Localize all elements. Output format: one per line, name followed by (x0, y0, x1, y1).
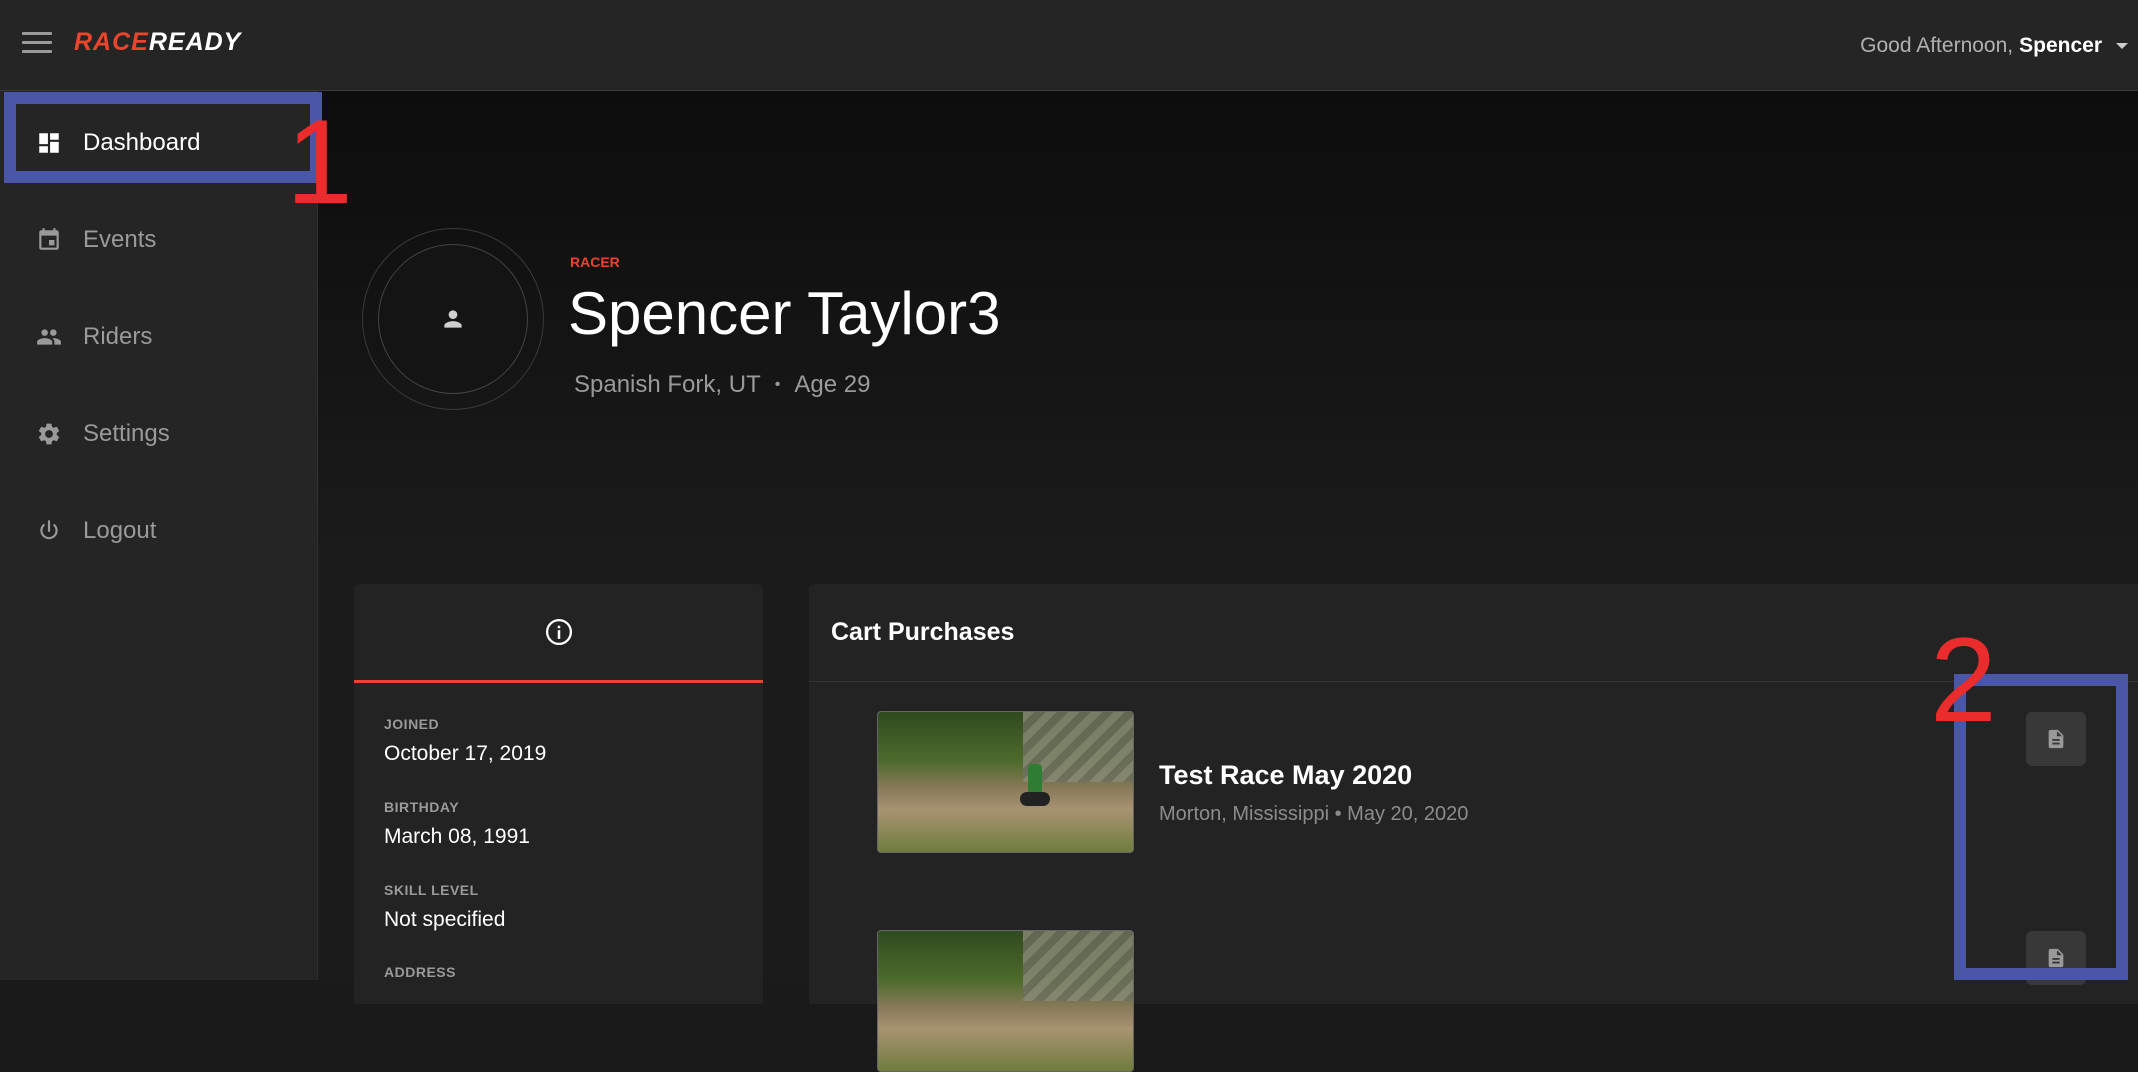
address-field: ADDRESS (384, 964, 456, 980)
field-value: October 17, 2019 (384, 742, 547, 765)
info-card: JOINED October 17, 2019 BIRTHDAY March 0… (354, 584, 763, 1004)
skill-level-field: SKILL LEVEL Not specified (384, 882, 505, 932)
sidebar-item-events[interactable]: Events (0, 205, 318, 275)
sidebar: Dashboard Events Riders Settings Logout (0, 91, 318, 980)
user-menu[interactable]: Good Afternoon, Spencer (1860, 34, 2128, 58)
sidebar-item-label: Events (83, 226, 157, 253)
sidebar-item-label: Riders (83, 323, 153, 350)
role-badge: RACER (570, 254, 620, 270)
person-icon (444, 310, 462, 328)
username: Spencer (2019, 34, 2102, 57)
event-title: Test Race May 2020 (1159, 760, 1413, 790)
info-icon (545, 619, 572, 645)
caret-down-icon (2116, 43, 2128, 49)
annotation-number-1: 1 (286, 95, 353, 229)
field-value: March 08, 1991 (384, 825, 530, 848)
top-bar: RACEREADY Good Afternoon, Spencer (0, 0, 2138, 91)
sidebar-item-logout[interactable]: Logout (0, 496, 318, 566)
people-icon (37, 329, 61, 345)
calendar-icon (39, 228, 59, 250)
profile-location: Spanish Fork, UT (574, 371, 761, 398)
profile-name: Spencer Taylor3 (568, 280, 1001, 347)
hamburger-menu-icon[interactable] (22, 32, 52, 56)
profile-age: Age 29 (794, 371, 871, 398)
field-label: BIRTHDAY (384, 799, 460, 815)
joined-field: JOINED October 17, 2019 (384, 716, 546, 766)
event-subtitle: Morton, Mississippi • May 20, 2020 (1159, 803, 1469, 825)
profile-hero: RACER Spencer Taylor3 Spanish Fork, UT •… (318, 91, 2138, 551)
profile-meta: Spanish Fork, UT • Age 29 (574, 371, 870, 399)
annotation-number-2: 2 (1930, 613, 1997, 747)
event-thumbnail[interactable] (877, 930, 1134, 1072)
logo[interactable]: RACEREADY (74, 28, 241, 57)
power-icon (40, 520, 58, 540)
field-label: JOINED (384, 716, 440, 732)
meta-separator: • (774, 376, 781, 393)
main-content: RACER Spencer Taylor3 Spanish Fork, UT •… (318, 91, 2138, 1072)
tab-info[interactable] (354, 584, 763, 683)
sidebar-item-label: Logout (83, 517, 157, 544)
birthday-field: BIRTHDAY March 08, 1991 (384, 799, 530, 849)
field-label: ADDRESS (384, 964, 456, 980)
sidebar-item-riders[interactable]: Riders (0, 302, 318, 372)
field-label: SKILL LEVEL (384, 882, 479, 898)
annotation-box-1 (4, 92, 322, 183)
greeting-text: Good Afternoon, (1860, 34, 2014, 57)
cart-item[interactable]: Test Race May 2020 Morton, Mississippi •… (1159, 760, 1468, 826)
field-value: Not specified (384, 908, 506, 931)
sidebar-item-settings[interactable]: Settings (0, 399, 318, 469)
gear-icon (38, 423, 60, 445)
avatar[interactable] (378, 244, 528, 394)
event-thumbnail[interactable] (877, 711, 1134, 853)
sidebar-item-label: Settings (83, 420, 170, 447)
